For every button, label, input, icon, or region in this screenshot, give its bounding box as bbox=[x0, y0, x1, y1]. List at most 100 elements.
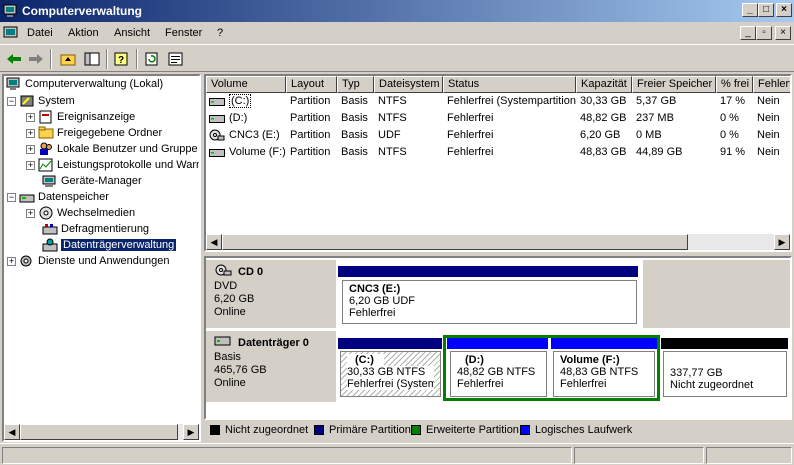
col-freier-speicher[interactable]: Freier Speicher bbox=[632, 76, 716, 93]
back-icon[interactable] bbox=[4, 49, 24, 69]
col-kapazitaet[interactable]: Kapazität bbox=[576, 76, 632, 93]
system-tools-icon bbox=[19, 94, 35, 108]
col-typ[interactable]: Typ bbox=[337, 76, 374, 93]
toolbar: ? bbox=[0, 44, 794, 72]
close-button[interactable]: × bbox=[776, 3, 792, 17]
shared-folder-icon bbox=[38, 126, 54, 140]
status-cell bbox=[574, 447, 704, 464]
expand-icon[interactable]: + bbox=[26, 112, 35, 122]
storage-icon bbox=[19, 190, 35, 204]
mdi-restore-button[interactable]: ▫ bbox=[756, 26, 772, 40]
mmc-icon[interactable] bbox=[3, 26, 19, 40]
mdi-minimize-button[interactable]: _ bbox=[740, 26, 756, 40]
drive-icon bbox=[209, 96, 225, 110]
cd-drive-icon bbox=[209, 129, 225, 144]
menu-aktion[interactable]: Aktion bbox=[68, 27, 99, 39]
legend-item: Primäre Partition bbox=[314, 424, 411, 436]
partition-unallocated[interactable]: 337,77 GB Nicht zugeordnet bbox=[663, 351, 787, 397]
legend-item: Erweiterte Partition bbox=[411, 424, 519, 436]
device-manager-icon bbox=[42, 174, 58, 188]
event-viewer-icon bbox=[38, 110, 54, 124]
show-tree-icon[interactable] bbox=[82, 49, 102, 69]
tree-item-dienste[interactable]: + Dienste und Anwendungen bbox=[7, 253, 170, 269]
console-tree[interactable]: Computerverwaltung (Lokal) − System + Er… bbox=[2, 74, 201, 442]
scroll-left-icon[interactable]: ◀ bbox=[206, 234, 222, 250]
col-dateisystem[interactable]: Dateisystem bbox=[374, 76, 443, 93]
tree-item-benutzer[interactable]: + Lokale Benutzer und Gruppe bbox=[26, 141, 198, 157]
tree-horizontal-scrollbar[interactable]: ◀ ▶ bbox=[4, 424, 199, 440]
status-bar bbox=[0, 443, 794, 465]
col-volume[interactable]: Volume bbox=[206, 76, 286, 93]
expand-icon[interactable]: + bbox=[26, 160, 35, 170]
partition-bar-c bbox=[338, 338, 442, 349]
tree-item-defrag[interactable]: Defragmentierung bbox=[39, 221, 149, 237]
tree-item-leistung[interactable]: + Leistungsprotokolle und Warn bbox=[26, 157, 199, 173]
scroll-thumb[interactable] bbox=[20, 424, 178, 440]
disk-graphical-view[interactable]: CD 0 DVD 6,20 GB Online CNC3 (E:) 6,20 G… bbox=[204, 256, 792, 420]
partition-c[interactable]: (C:) 30,33 GB NTFS Fehlerfrei (Systemp bbox=[340, 351, 441, 397]
hard-disk-icon bbox=[214, 335, 232, 351]
maximize-button[interactable]: □ bbox=[758, 3, 774, 17]
partition-cnc3[interactable]: CNC3 (E:) 6,20 GB UDF Fehlerfrei bbox=[342, 280, 637, 324]
expand-icon[interactable]: + bbox=[26, 208, 35, 218]
tree-item-geraete[interactable]: Geräte-Manager bbox=[39, 173, 142, 189]
scroll-thumb[interactable] bbox=[222, 234, 688, 250]
col-status[interactable]: Status bbox=[443, 76, 576, 93]
performance-logs-icon bbox=[38, 158, 54, 172]
mdi-close-button[interactable]: × bbox=[775, 26, 791, 40]
window-title: Computerverwaltung bbox=[22, 4, 143, 18]
scroll-right-icon[interactable]: ▶ bbox=[183, 424, 199, 440]
menu-bar: Datei Aktion Ansicht Fenster ? bbox=[0, 22, 794, 44]
legend-item: Logisches Laufwerk bbox=[520, 424, 632, 436]
disk-info-disk0[interactable]: Datenträger 0 Basis 465,76 GB Online bbox=[206, 331, 336, 402]
volume-list[interactable]: Volume Layout Typ Dateisystem Status Kap… bbox=[204, 74, 792, 252]
expand-icon[interactable]: + bbox=[7, 256, 16, 266]
tree-item-datenspeicher[interactable]: − Datenspeicher bbox=[7, 189, 109, 205]
disk-info-cd0[interactable]: CD 0 DVD 6,20 GB Online bbox=[206, 260, 336, 328]
legend-item: Nicht zugeordnet bbox=[210, 424, 308, 436]
tree-item-system[interactable]: − System bbox=[7, 93, 75, 109]
legend-swatch bbox=[411, 425, 421, 435]
tree-item-wechselmedien[interactable]: + Wechselmedien bbox=[26, 205, 135, 221]
drive-icon bbox=[209, 113, 225, 127]
minimize-button[interactable]: _ bbox=[742, 3, 758, 17]
collapse-icon[interactable]: − bbox=[7, 96, 16, 106]
scroll-left-icon[interactable]: ◀ bbox=[4, 424, 20, 440]
col-prozent-frei[interactable]: % frei bbox=[716, 76, 753, 93]
properties-icon[interactable] bbox=[166, 49, 186, 69]
defrag-icon bbox=[42, 222, 58, 236]
collapse-icon[interactable]: − bbox=[7, 192, 16, 202]
scroll-right-icon[interactable]: ▶ bbox=[774, 234, 790, 250]
cd-drive-icon bbox=[214, 264, 232, 280]
forward-icon[interactable] bbox=[26, 49, 46, 69]
menu-datei[interactable]: Datei bbox=[27, 27, 53, 39]
menu-ansicht[interactable]: Ansicht bbox=[114, 27, 150, 39]
partition-f[interactable]: Volume (F:) 48,83 GB NTFS Fehlerfrei bbox=[553, 351, 655, 397]
users-icon bbox=[38, 142, 54, 156]
expand-icon[interactable]: + bbox=[26, 128, 35, 138]
tree-item-freigaben[interactable]: + Freigegebene Ordner bbox=[26, 125, 162, 141]
tree-item-root[interactable]: Computerverwaltung (Lokal) bbox=[6, 76, 163, 92]
partition-bar-unallocated bbox=[661, 338, 788, 349]
legend-swatch bbox=[210, 425, 220, 435]
col-fehlertoleranz[interactable]: Fehlerto bbox=[753, 76, 790, 93]
tree-item-ereignisanzeige[interactable]: + Ereignisanzeige bbox=[26, 109, 135, 125]
col-layout[interactable]: Layout bbox=[286, 76, 337, 93]
disk-management-icon bbox=[42, 238, 58, 252]
empty-area bbox=[643, 260, 790, 328]
expand-icon[interactable]: + bbox=[26, 144, 35, 154]
removable-storage-icon bbox=[38, 206, 54, 220]
legend-swatch bbox=[520, 425, 530, 435]
menu-help[interactable]: ? bbox=[217, 27, 223, 39]
help-icon[interactable]: ? bbox=[112, 49, 132, 69]
volume-horizontal-scrollbar[interactable]: ◀ ▶ bbox=[206, 234, 790, 250]
status-cell bbox=[706, 447, 792, 464]
title-bar[interactable]: Computerverwaltung _ □ × bbox=[0, 0, 794, 22]
partition-bar-d bbox=[447, 338, 548, 349]
computer-management-icon bbox=[6, 77, 22, 91]
refresh-icon[interactable] bbox=[142, 49, 162, 69]
menu-fenster[interactable]: Fenster bbox=[165, 27, 202, 39]
up-folder-icon[interactable] bbox=[58, 49, 78, 69]
tree-item-datentraegerverwaltung[interactable]: Datenträgerverwaltung bbox=[39, 237, 177, 253]
partition-d[interactable]: (D:) 48,82 GB NTFS Fehlerfrei bbox=[450, 351, 547, 397]
